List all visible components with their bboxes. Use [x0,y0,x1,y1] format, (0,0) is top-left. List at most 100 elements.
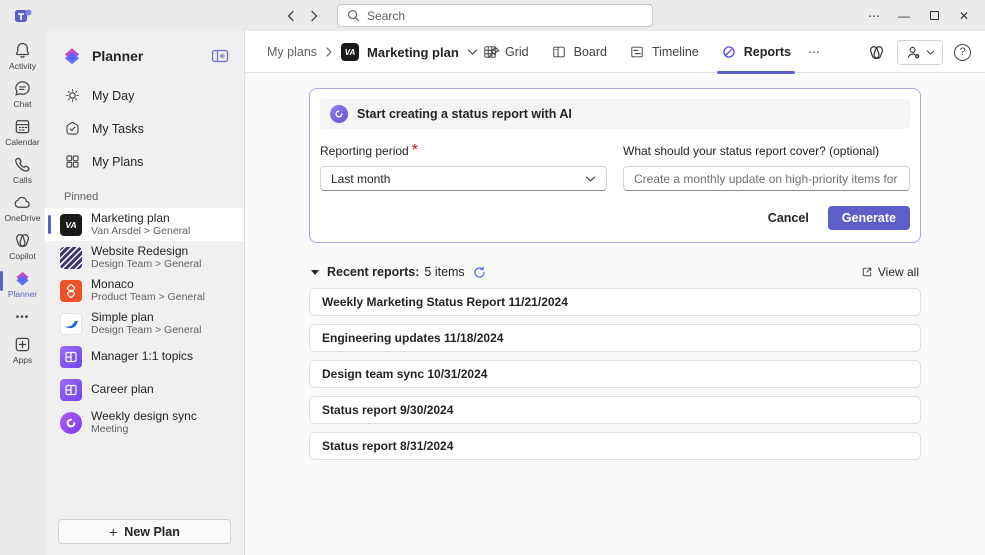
minimize-button[interactable]: — [889,0,919,31]
collapse-sidebar-button[interactable] [210,46,230,66]
breadcrumb: My plans VA Marketing plan [267,31,501,73]
plan-title: Marketing plan [91,211,170,225]
tab-board[interactable]: Board [540,31,618,73]
plan-title: Manager 1:1 topics [91,349,194,364]
rail-item-activity[interactable]: Activity [0,37,45,75]
ai-panel-header: Start creating a status report with AI [320,99,910,129]
maximize-button[interactable] [919,0,949,31]
sidebar-item-my-plans[interactable]: My Plans [45,145,244,178]
search-input[interactable]: Search [337,4,653,27]
grid-view-icon [482,44,498,60]
rail-item-chat[interactable]: Chat [0,75,45,113]
new-plan-label: New Plan [124,524,180,539]
teams-window: Search ⋯ — ✕ Activity Chat Calendar Call… [0,0,985,555]
sidebar-item-label: My Plans [92,154,144,169]
plan-item-weekly-design-sync[interactable]: Weekly design sync Meeting [45,406,244,439]
plan-title: Simple plan [91,310,154,324]
copilot-icon[interactable] [867,43,886,62]
recent-reports-title: Recent reports: [327,265,420,279]
chevron-down-icon [926,49,935,56]
recent-reports-header: Recent reports: 5 items View all [311,265,919,279]
help-button[interactable]: ? [954,43,971,61]
plan-item-marketing-plan[interactable]: VA Marketing plan Van Arsdel > General [45,208,244,241]
forward-button[interactable] [306,8,322,24]
report-cover-input[interactable] [634,171,899,186]
page-title: Marketing plan [367,44,459,60]
reporting-period-select[interactable]: Last month [320,166,607,191]
open-external-icon [861,266,873,278]
report-form: Reporting period * Last month What should… [320,142,910,191]
report-card[interactable]: Weekly Marketing Status Report 11/21/202… [309,288,921,316]
rail-item-calendar[interactable]: Calendar [0,113,45,151]
view-all-button[interactable]: View all [861,265,919,279]
tab-grid[interactable]: Grid [471,31,540,73]
plan-title: Website Redesign [91,244,189,258]
main-area: My plans VA Marketing plan Grid Board Ti… [245,31,985,555]
plan-logo-monaco [60,279,82,302]
rail-label: Copilot [9,251,36,262]
plan-item-career-plan[interactable]: Career plan [45,373,244,406]
planner-icon [13,269,32,288]
rail-label: Calls [13,175,32,186]
tab-label: Reports [743,45,791,59]
generate-button[interactable]: Generate [827,206,910,230]
rail-label: Apps [12,355,33,366]
plan-item-website-redesign[interactable]: Website Redesign Design Team > General [45,241,244,274]
plan-item-simple-plan[interactable]: Simple plan Design Team > General [45,307,244,340]
report-card[interactable]: Status report 8/31/2024 [309,432,921,460]
plan-logo-board [60,378,82,401]
sidebar-item-label: My Tasks [92,121,144,136]
cancel-button[interactable]: Cancel [755,206,822,230]
titlebar-more-button[interactable]: ⋯ [859,0,889,31]
plan-title: Career plan [91,382,154,397]
required-asterisk: * [411,142,418,159]
reporting-period-value: Last month [331,171,391,186]
bell-icon [13,41,32,60]
refresh-icon[interactable] [473,266,486,279]
header-actions: ? [867,31,971,73]
tab-reports[interactable]: Reports [710,31,802,74]
ai-panel-title: Start creating a status report with AI [357,107,572,121]
rail-item-planner[interactable]: Planner [0,265,45,303]
plan-logo-va: VA [60,213,82,236]
collapse-triangle-icon[interactable] [311,269,319,275]
report-card[interactable]: Design team sync 10/31/2024 [309,360,921,388]
new-plan-button[interactable]: + New Plan [58,519,231,544]
plan-item-manager-topics[interactable]: Manager 1:1 topics [45,340,244,373]
plus-icon: + [109,523,118,540]
tab-timeline[interactable]: Timeline [618,31,710,73]
cloud-icon [13,193,32,212]
report-title: Engineering updates 11/18/2024 [322,331,504,345]
rail-item-calls[interactable]: Calls [0,151,45,189]
rail-label: Planner [7,289,38,300]
plan-subtitle: Design Team > General [91,258,202,271]
rail-label: Chat [13,99,32,110]
plan-title: Weekly design sync [91,409,197,423]
window-controls: ⋯ — ✕ [859,0,979,31]
reports-content: Start creating a status report with AI R… [245,73,985,555]
back-button[interactable] [283,8,299,24]
close-button[interactable]: ✕ [949,0,979,31]
rail-item-onedrive[interactable]: OneDrive [0,189,45,227]
report-card[interactable]: Engineering updates 11/18/2024 [309,324,921,352]
report-cover-label: What should your status report cover? (o… [623,144,880,158]
sidebar-item-my-day[interactable]: My Day [45,79,244,112]
rail-item-apps[interactable]: Apps [0,331,45,369]
pinned-section-label: Pinned [64,191,99,203]
report-card[interactable]: Status report 9/30/2024 [309,396,921,424]
members-dropdown-button[interactable] [897,39,943,65]
view-all-label: View all [877,265,919,279]
rail-more-button[interactable]: ••• [0,303,45,331]
apps-icon [13,335,32,354]
reports-view-icon [721,44,737,60]
report-title: Design team sync 10/31/2024 [322,367,488,381]
sidebar-item-my-tasks[interactable]: My Tasks [45,112,244,145]
plan-item-monaco[interactable]: Monaco Product Team > General [45,274,244,307]
plan-subtitle: Product Team > General [91,291,205,304]
breadcrumb-my-plans[interactable]: My plans [267,45,317,59]
recent-reports-count: 5 items [424,265,465,279]
sidebar-item-label: My Day [92,88,135,103]
rail-item-copilot[interactable]: Copilot [0,227,45,265]
tab-label: Board [573,45,607,59]
more-tabs-button[interactable]: ⋯ [802,45,827,59]
